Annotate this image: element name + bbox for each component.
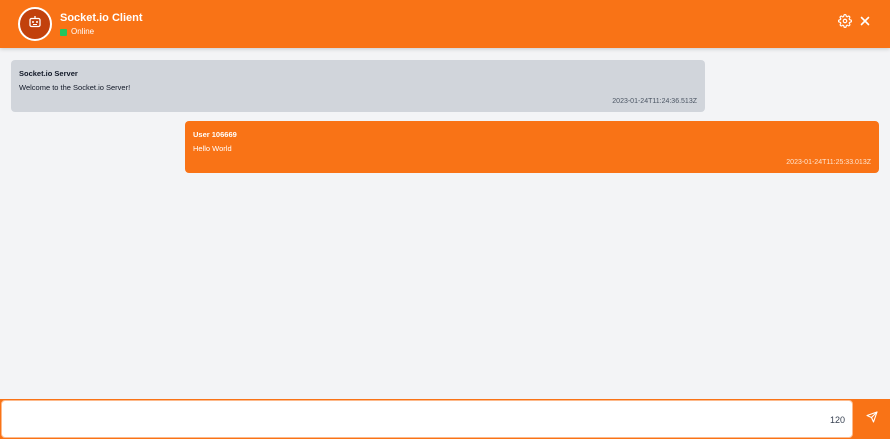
message-sender: User 106669 [193,130,237,139]
message-text: Welcome to the Socket.io Server! [19,83,131,92]
composer-bar: 120 [0,399,890,439]
chat-title: Socket.io Client [60,12,143,24]
chat-header: Socket.io Client Online [0,0,890,48]
message-list[interactable]: Socket.io Server Welcome to the Socket.i… [0,48,890,399]
message-text: Hello World [193,144,232,153]
bot-avatar [18,7,52,41]
message-bubble-user: User 106669 Hello World 2023-01-24T11:25… [185,121,879,173]
status-text: Online [71,27,95,36]
settings-button[interactable] [837,13,853,33]
send-button[interactable] [854,399,890,439]
close-icon [859,14,871,32]
status-row: Online [60,27,143,37]
char-counter: 120 [830,415,846,425]
robot-icon [27,14,43,35]
message-timestamp: 2023-01-24T11:25:33.013Z [786,159,871,166]
message-sender: Socket.io Server [19,69,78,78]
close-button[interactable] [857,15,873,31]
send-icon [866,410,878,428]
message-input[interactable] [10,407,810,433]
message-timestamp: 2023-01-24T11:24:36.513Z [612,98,697,105]
message-bubble-server: Socket.io Server Welcome to the Socket.i… [11,60,705,112]
gear-icon [838,13,852,33]
composer-box: 120 [1,400,853,438]
header-title-group: Socket.io Client Online [60,12,143,37]
online-status-dot [60,28,67,36]
